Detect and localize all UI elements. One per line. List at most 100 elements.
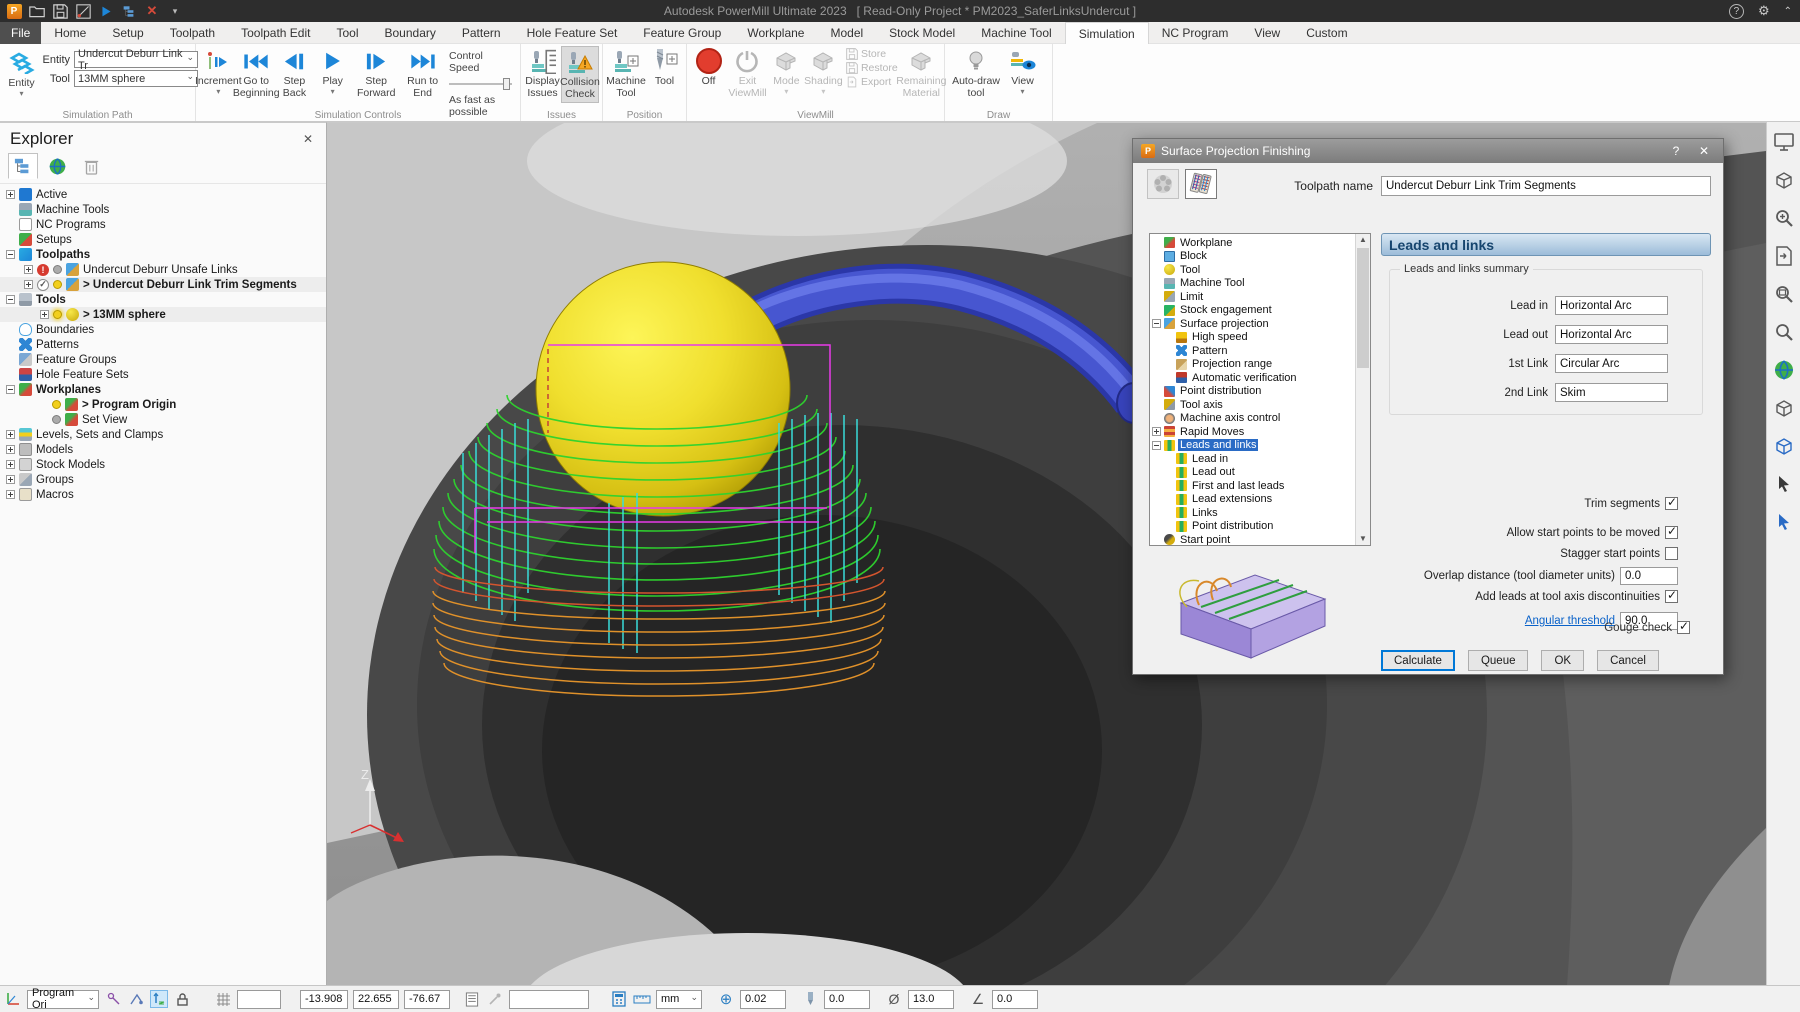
dialog-tree-scrollbar[interactable]: ▲ ▼ [1355, 234, 1370, 545]
diameter-input[interactable]: 13.0 [908, 990, 954, 1009]
tab-model[interactable]: Model [817, 22, 876, 44]
expand-icon[interactable] [6, 445, 15, 454]
trim-segments-checkbox[interactable] [1665, 497, 1678, 510]
entity-select[interactable]: Undercut Deburr Link Tr [74, 51, 198, 68]
exit-viewmill-button[interactable]: Exit ViewMill [727, 46, 768, 101]
zoom-search-icon[interactable] [1772, 320, 1796, 344]
position-tool-button[interactable]: Tool [646, 46, 683, 89]
collapse-icon[interactable] [1152, 319, 1161, 328]
strategy-pattern-icon[interactable] [1147, 169, 1179, 199]
expand-icon[interactable] [1152, 427, 1161, 436]
play-simulation-icon[interactable] [98, 3, 114, 19]
tree-item-toolpath-unsafe[interactable]: !Undercut Deburr Unsafe Links [0, 262, 326, 277]
delete-entity-icon[interactable]: ✕ [144, 3, 160, 19]
dtree-pattern[interactable]: Pattern [1150, 344, 1355, 358]
tab-pattern[interactable]: Pattern [449, 22, 514, 44]
dtree-automatic-verification[interactable]: Automatic verification [1150, 371, 1355, 385]
save-project-icon[interactable] [52, 3, 68, 19]
tree-item-setups[interactable]: Setups [0, 232, 326, 247]
position-machine-tool-button[interactable]: Machine Tool [606, 46, 646, 101]
dtree-lead-out[interactable]: Lead out [1150, 466, 1355, 480]
expand-icon[interactable] [24, 265, 33, 274]
units-select[interactable]: mm [656, 990, 702, 1009]
calculator-icon[interactable] [610, 990, 628, 1008]
block-view-icon[interactable] [1772, 396, 1796, 420]
tree-item-boundaries[interactable]: Boundaries [0, 322, 326, 337]
dtree-projection-range[interactable]: Projection range [1150, 358, 1355, 372]
recycle-bin-icon[interactable] [76, 153, 106, 179]
dtree-leads-and-links[interactable]: Leads and links [1150, 439, 1355, 453]
iso-view-icon[interactable] [1772, 168, 1796, 192]
dtree-lead-extensions[interactable]: Lead extensions [1150, 493, 1355, 507]
coord-x-field[interactable]: -13.908 [300, 990, 348, 1009]
scrollbar-thumb[interactable] [1357, 248, 1369, 368]
tree-item-stock-models[interactable]: Stock Models [0, 457, 326, 472]
auto-draw-tool-button[interactable]: Auto-draw tool [948, 46, 1004, 101]
tolerance-input[interactable]: 0.02 [740, 990, 786, 1009]
pointer-cursor-icon[interactable] [1772, 510, 1796, 534]
globe-view-icon[interactable] [1772, 358, 1796, 382]
step-forward-button[interactable]: Step Forward [351, 46, 401, 101]
tree-item-workplanes[interactable]: Workplanes [0, 382, 326, 397]
settings-gear-icon[interactable]: ⚙ [1758, 3, 1770, 19]
lead-out-value[interactable]: Horizontal Arc [1555, 325, 1668, 344]
dtree-machine-tool[interactable]: Machine Tool [1150, 277, 1355, 291]
tree-item-machine-tools[interactable]: Machine Tools [0, 202, 326, 217]
tab-stock-model[interactable]: Stock Model [876, 22, 968, 44]
allow-start-points-checkbox[interactable] [1665, 526, 1678, 539]
explorer-close-icon[interactable]: ✕ [300, 132, 316, 146]
fit-window-icon[interactable] [1772, 130, 1796, 154]
step-back-button[interactable]: Step Back [275, 46, 315, 101]
lock-icon[interactable] [173, 990, 191, 1008]
angular-threshold-link[interactable]: Angular threshold [1525, 615, 1615, 627]
list-icon[interactable] [463, 990, 481, 1008]
scroll-up-icon[interactable]: ▲ [1358, 235, 1368, 245]
tab-home[interactable]: Home [41, 22, 99, 44]
add-leads-checkbox[interactable] [1665, 590, 1678, 603]
run-to-end-button[interactable]: Run to End [401, 46, 444, 101]
web-icon[interactable] [42, 153, 72, 179]
tree-item-levels-sets-clamps[interactable]: Levels, Sets and Clamps [0, 427, 326, 442]
go-to-beginning-button[interactable]: Go to Beginning [238, 46, 275, 101]
dtree-tool[interactable]: Tool [1150, 263, 1355, 277]
entity-button[interactable]: Entity [3, 46, 40, 100]
toolpath-name-input[interactable] [1381, 176, 1711, 196]
dtree-high-speed[interactable]: High speed [1150, 331, 1355, 345]
dialog-title-bar[interactable]: Surface Projection Finishing ? ✕ [1133, 139, 1723, 163]
expand-icon[interactable] [6, 460, 15, 469]
collapse-icon[interactable] [6, 385, 15, 394]
tree-item-toolpaths[interactable]: Toolpaths [0, 247, 326, 262]
tab-workplane[interactable]: Workplane [734, 22, 817, 44]
collapse-icon[interactable] [1152, 441, 1161, 450]
second-link-value[interactable]: Skim [1555, 383, 1668, 402]
tab-custom[interactable]: Custom [1293, 22, 1360, 44]
tree-item-hole-feature-sets[interactable]: Hole Feature Sets [0, 367, 326, 382]
dtree-limit[interactable]: Limit [1150, 290, 1355, 304]
collision-check-button[interactable]: Collision Check [561, 46, 599, 103]
tab-setup[interactable]: Setup [99, 22, 156, 44]
tree-item-patterns[interactable]: Patterns [0, 337, 326, 352]
play-button[interactable]: Play [314, 46, 351, 98]
explorer-tree-icon[interactable] [8, 153, 38, 179]
refresh-page-icon[interactable] [1772, 244, 1796, 268]
z-axis-lock-icon[interactable] [150, 990, 168, 1008]
tab-feature-group[interactable]: Feature Group [630, 22, 734, 44]
expand-icon[interactable] [6, 475, 15, 484]
tree-item-feature-groups[interactable]: Feature Groups [0, 352, 326, 367]
tab-toolpath-edit[interactable]: Toolpath Edit [228, 22, 323, 44]
tree-item-macros[interactable]: Macros [0, 487, 326, 502]
dtree-lead-in[interactable]: Lead in [1150, 452, 1355, 466]
collapse-icon[interactable] [6, 250, 15, 259]
remaining-material-button[interactable]: Remaining Material [902, 46, 941, 101]
qat-options-icon[interactable]: ▾ [167, 3, 183, 19]
tree-item-program-origin[interactable]: > Program Origin [0, 397, 326, 412]
tree-item-models[interactable]: Models [0, 442, 326, 457]
dtree-links[interactable]: Links [1150, 506, 1355, 520]
open-project-icon[interactable] [29, 3, 45, 19]
picker-icon[interactable] [486, 990, 504, 1008]
dialog-help-icon[interactable]: ? [1665, 142, 1687, 160]
active-workplane-select[interactable]: Program Ori [27, 990, 99, 1009]
help-icon[interactable]: ? [1729, 4, 1744, 19]
gouge-check-checkbox[interactable] [1677, 621, 1690, 634]
tool-axis-icon[interactable] [104, 990, 122, 1008]
